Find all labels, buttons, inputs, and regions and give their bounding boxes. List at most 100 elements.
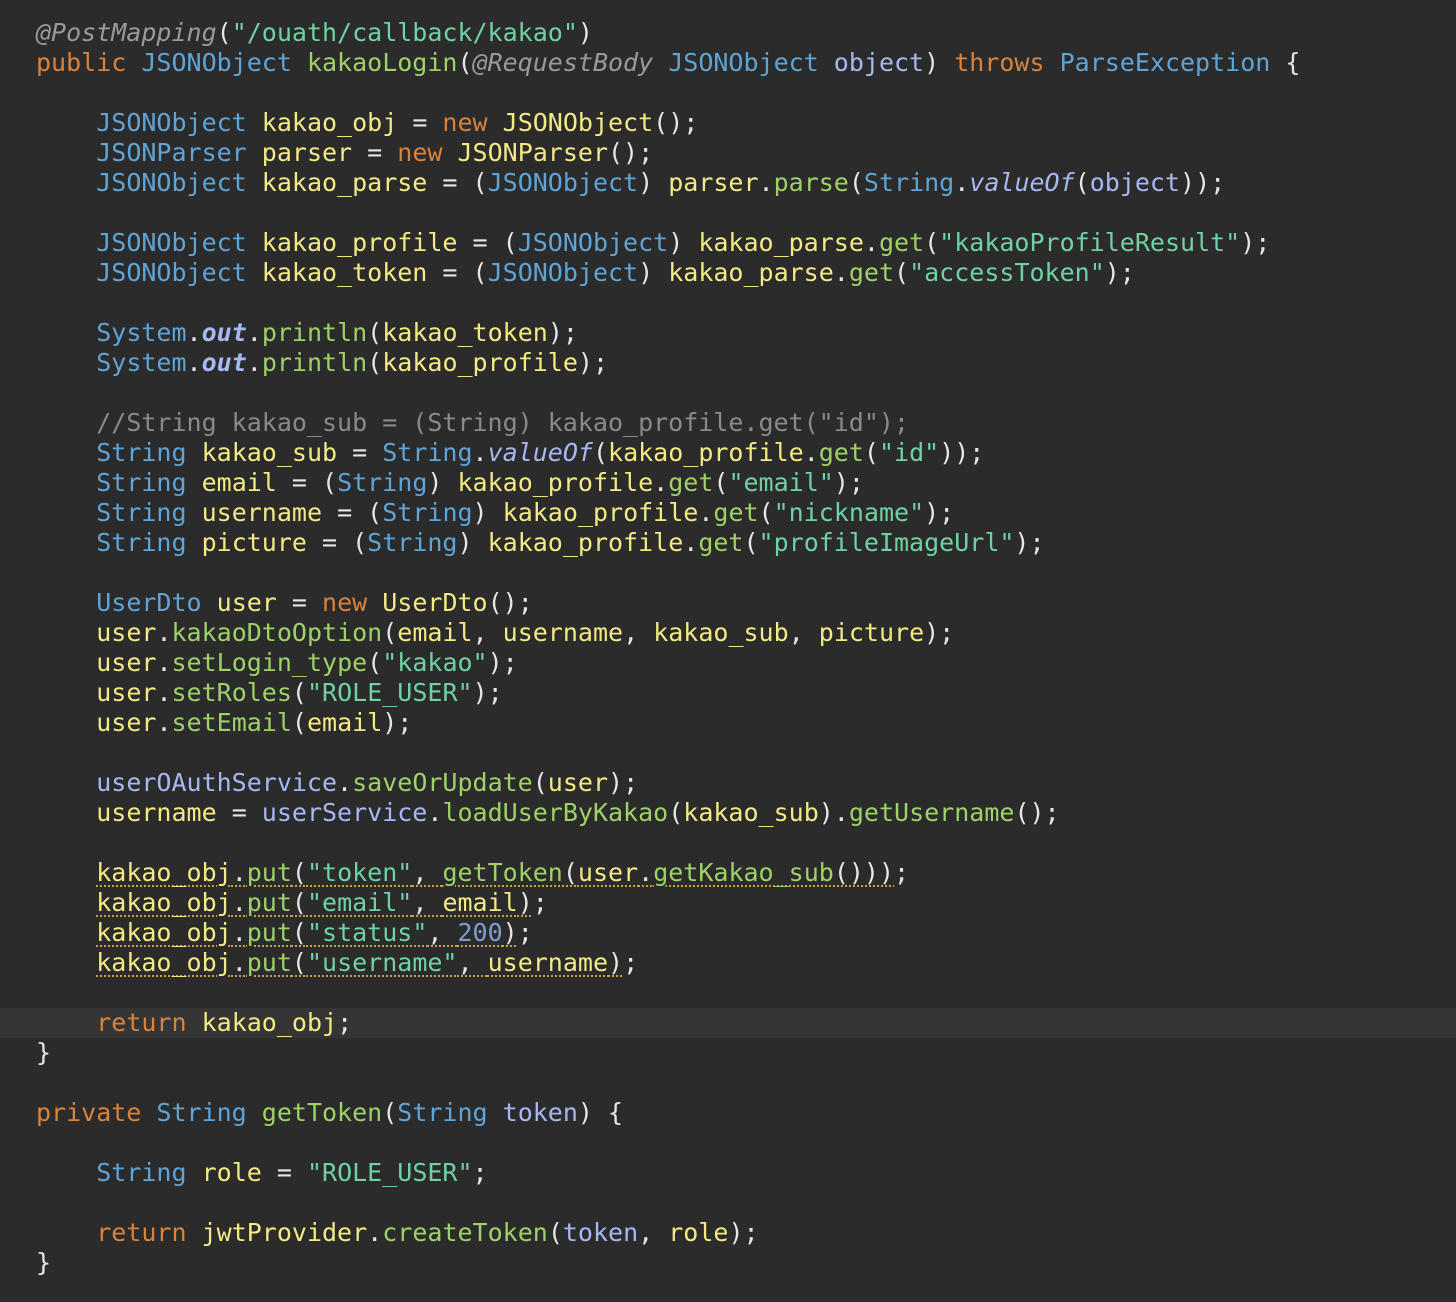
code-token: "nickname" (773, 498, 925, 527)
code-token: String (367, 528, 458, 557)
code-line[interactable] (0, 1188, 1456, 1218)
code-token: ( (924, 228, 940, 257)
code-token: ParseException (1059, 48, 1271, 77)
code-token: ( (457, 48, 473, 77)
code-token: ) (608, 948, 624, 977)
code-token: JSONParser (457, 138, 608, 167)
code-token: . (156, 678, 172, 707)
code-token: String (382, 498, 473, 527)
code-token: kakao_parse (668, 258, 834, 287)
code-token: kakao_obj (96, 948, 232, 977)
code-token: ( (713, 468, 729, 497)
code-line[interactable]: public JSONObject kakaoLogin(@RequestBod… (0, 48, 1456, 78)
code-line[interactable]: System.out.println(kakao_token); (0, 318, 1456, 348)
code-token: , (788, 618, 819, 647)
code-line[interactable]: UserDto user = new UserDto(); (0, 588, 1456, 618)
code-line[interactable]: System.out.println(kakao_profile); (0, 348, 1456, 378)
code-line[interactable]: kakao_obj.put("username", username); (0, 948, 1456, 978)
code-token: ( (668, 798, 684, 827)
code-token: ( (863, 438, 879, 467)
code-token: JSONObject (487, 258, 639, 287)
code-token: ); (1014, 528, 1045, 557)
code-token: new (397, 138, 443, 167)
code-token: String (96, 498, 187, 527)
code-line[interactable] (0, 828, 1456, 858)
code-token: ); (577, 348, 609, 377)
code-token: JSONParser (96, 138, 247, 167)
code-token: = (261, 1158, 307, 1187)
code-line[interactable]: @PostMapping("/ouath/callback/kakao") (0, 18, 1456, 48)
code-token: kakao_profile (502, 498, 699, 527)
code-token: ) (457, 528, 488, 557)
code-line[interactable]: user.kakaoDtoOption(email, username, kak… (0, 618, 1456, 648)
code-token: "kakao" (382, 648, 488, 677)
code-token: kakaoDtoOption (171, 618, 383, 647)
code-token: userService (261, 798, 428, 827)
code-token: "profileImageUrl" (758, 528, 1015, 557)
code-line[interactable]: String role = "ROLE_USER"; (0, 1158, 1456, 1188)
code-token: jwtProvider (201, 1218, 368, 1247)
code-line[interactable]: String email = (String) kakao_profile.ge… (0, 468, 1456, 498)
code-line[interactable]: username = userService.loadUserByKakao(k… (0, 798, 1456, 828)
code-line[interactable]: kakao_obj.put("email", email); (0, 888, 1456, 918)
code-line[interactable]: JSONObject kakao_obj = new JSONObject(); (0, 108, 1456, 138)
code-line[interactable]: } (0, 1248, 1456, 1278)
code-token: "email" (306, 888, 413, 917)
code-line[interactable]: JSONObject kakao_profile = (JSONObject) … (0, 228, 1456, 258)
code-line[interactable] (0, 978, 1456, 1008)
code-token: "username" (306, 948, 458, 977)
code-line[interactable]: } (0, 1038, 1456, 1068)
code-line[interactable]: kakao_obj.put("token", getToken(user.get… (0, 858, 1456, 888)
code-token: ( (216, 18, 232, 47)
code-line[interactable]: JSONParser parser = new JSONParser(); (0, 138, 1456, 168)
code-editor[interactable]: @PostMapping("/ouath/callback/kakao") pub… (0, 0, 1456, 1302)
code-token: username (201, 498, 323, 527)
code-line[interactable]: return kakao_obj; (0, 1008, 1456, 1038)
code-token: JSONObject (668, 48, 819, 77)
code-line[interactable]: return jwtProvider.createToken(token, ro… (0, 1218, 1456, 1248)
code-token: "status" (306, 918, 428, 947)
code-token: email (397, 618, 473, 647)
code-token: username (502, 618, 624, 647)
code-line[interactable] (0, 1128, 1456, 1158)
code-line[interactable] (0, 78, 1456, 108)
code-line[interactable]: private String getToken(String token) { (0, 1098, 1456, 1128)
code-line[interactable]: JSONObject kakao_parse = (JSONObject) pa… (0, 168, 1456, 198)
code-token: . (246, 318, 262, 347)
code-line[interactable] (0, 198, 1456, 228)
code-token: user (96, 708, 157, 737)
code-area[interactable]: @PostMapping("/ouath/callback/kakao") pub… (0, 18, 1456, 1278)
code-line[interactable] (0, 1068, 1456, 1098)
code-token: //String kakao_sub = (String) kakao_prof… (96, 408, 909, 437)
code-line[interactable]: JSONObject kakao_token = (JSONObject) ka… (0, 258, 1456, 288)
code-token: ; (532, 888, 548, 917)
code-line[interactable]: user.setEmail(email); (0, 708, 1456, 738)
code-token: , (623, 618, 654, 647)
code-token: ); (833, 468, 864, 497)
code-line[interactable]: user.setRoles("ROLE_USER"); (0, 678, 1456, 708)
code-line[interactable]: kakao_obj.put("status", 200); (0, 918, 1456, 948)
code-token: println (261, 318, 368, 347)
code-line[interactable] (0, 738, 1456, 768)
code-line[interactable]: //String kakao_sub = (String) kakao_prof… (0, 408, 1456, 438)
code-token: kakao_sub (653, 618, 789, 647)
code-line[interactable]: user.setLogin_type("kakao"); (0, 648, 1456, 678)
code-line[interactable]: String username = (String) kakao_profile… (0, 498, 1456, 528)
code-token: = ( (427, 168, 488, 197)
code-token: kakao_sub (683, 798, 819, 827)
code-line[interactable] (0, 378, 1456, 408)
code-token: get (668, 468, 714, 497)
code-line[interactable] (0, 558, 1456, 588)
code-line[interactable]: String picture = (String) kakao_profile.… (0, 528, 1456, 558)
code-line[interactable]: String kakao_sub = String.valueOf(kakao_… (0, 438, 1456, 468)
code-token: = (216, 798, 262, 827)
code-line[interactable]: userOAuthService.saveOrUpdate(user); (0, 768, 1456, 798)
code-token: ; (517, 918, 533, 947)
code-line[interactable] (0, 288, 1456, 318)
code-token: userOAuthService (96, 768, 338, 797)
code-token: JSONObject (96, 108, 247, 137)
